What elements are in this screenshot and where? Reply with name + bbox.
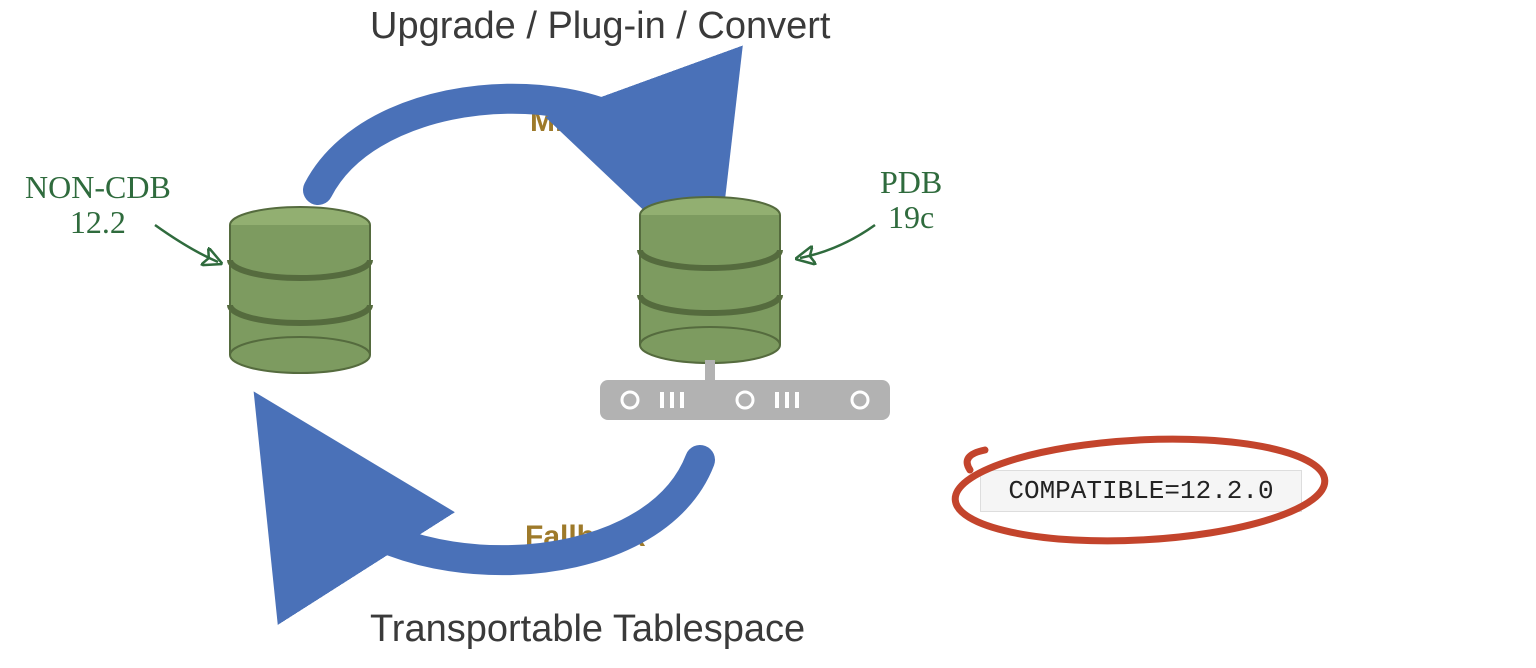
- source-annotation: NON-CDB 12.2: [25, 170, 171, 240]
- server-rack-icon: [600, 360, 890, 420]
- callout-circle-tail-icon: [967, 450, 985, 470]
- target-version-text: 19c: [888, 199, 934, 235]
- database-target-icon: [640, 197, 780, 363]
- arrow-label-migrate: Migrate: [530, 105, 637, 139]
- compatible-callout: COMPATIBLE=12.2.0: [980, 470, 1302, 512]
- heading-top: Upgrade / Plug-in / Convert: [370, 5, 830, 48]
- target-pointer-arrow-icon: [800, 225, 875, 258]
- arrow-label-fallback: Fallback: [525, 520, 645, 554]
- source-name-text: NON-CDB: [25, 169, 171, 205]
- source-version-text: 12.2: [70, 204, 126, 240]
- target-name-text: PDB: [880, 164, 942, 200]
- diagram-stage: Upgrade / Plug-in / Convert Transportabl…: [0, 0, 1536, 668]
- diagram-svg: [0, 0, 1536, 668]
- heading-bottom: Transportable Tablespace: [370, 608, 805, 651]
- target-annotation: PDB 19c: [880, 165, 942, 235]
- database-source-icon: [230, 207, 370, 373]
